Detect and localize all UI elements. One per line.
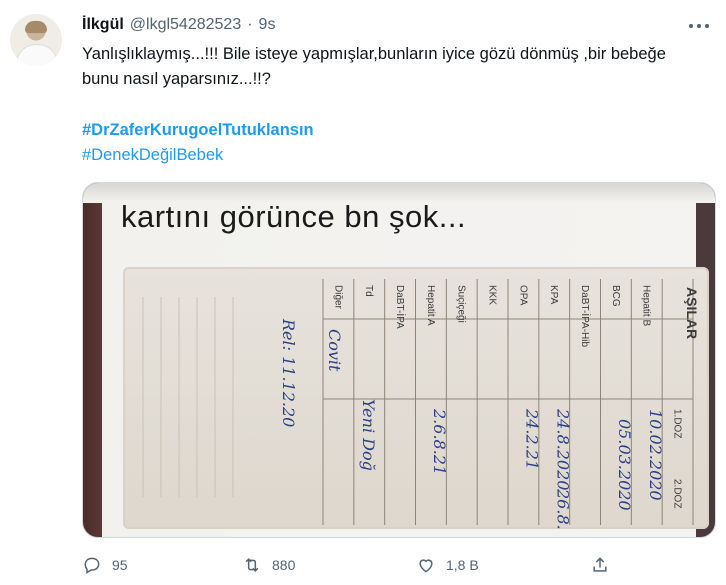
card-row-label: Diğer <box>332 285 343 310</box>
retweet-button[interactable]: 880 <box>242 552 295 578</box>
more-options-icon[interactable] <box>686 16 712 36</box>
share-button[interactable] <box>590 552 610 578</box>
card-row-label: DaBT-İPA-Hib <box>579 285 592 347</box>
handwritten-entry: Covit <box>325 329 344 372</box>
card-row-label: OPA <box>517 285 528 306</box>
author-name[interactable]: İlkgül <box>82 16 124 34</box>
tweet-time[interactable]: 9s <box>259 16 276 34</box>
card-column-label: 2.DOZ <box>672 479 683 508</box>
like-count: 1,8 B <box>446 557 479 573</box>
tweet-header: İlkgül @lkgl54282523 · 9s <box>82 14 275 36</box>
card-row-label: KPA <box>548 285 559 305</box>
separator-dot: · <box>247 16 253 33</box>
card-row-label: DaBT-İPA <box>394 285 407 329</box>
card-title: AŞILAR <box>684 287 700 339</box>
tweet-text: Yanlışlıklaymış...!!! Bile isteye yapmış… <box>82 45 666 88</box>
avatar-coat <box>16 44 58 66</box>
author-avatar[interactable] <box>10 14 62 66</box>
hashtag-link[interactable]: #DrZaferKurugoelTutuklansın <box>82 118 314 143</box>
tweet-media-image[interactable]: kartını görünce bn şok... AŞILAR Hepatit … <box>82 182 716 538</box>
hashtag-list: #DrZaferKurugoelTutuklansın #DenekDeğilB… <box>82 118 314 168</box>
retweet-count: 880 <box>272 557 296 573</box>
like-button[interactable]: 1,8 B <box>416 552 479 578</box>
handwritten-entry: 10.02.2020 <box>646 409 665 501</box>
card-row-label: KKK <box>487 285 498 305</box>
image-caption-text: kartını görünce bn şok... <box>121 199 467 234</box>
handwritten-entry: 24.8.2020 <box>553 408 572 490</box>
avatar-hair <box>25 21 47 33</box>
card-row-label: BCG <box>610 285 621 307</box>
hashtag-link[interactable]: #DenekDeğilBebek <box>82 143 314 168</box>
card-column-label: 1.DOZ <box>672 409 683 438</box>
card-row-label: Td <box>363 285 374 297</box>
card-row-label: Suçiçeği <box>456 285 467 323</box>
card-row-label: Hepatit A <box>425 285 436 326</box>
reply-button[interactable]: 95 <box>82 552 128 578</box>
share-icon <box>593 557 607 572</box>
handwritten-entry: 24.2.21 <box>523 408 542 470</box>
handwritten-entry: Yeni Doğ <box>359 399 378 471</box>
handwritten-entry: 26.8.21 <box>553 488 572 529</box>
handwritten-entry: Rel: 11.12.20 <box>279 318 298 427</box>
card-row-label: Hepatit B <box>641 285 652 326</box>
reply-count: 95 <box>112 557 128 573</box>
author-handle[interactable]: @lkgl54282523 <box>130 16 241 34</box>
handwritten-entry: 2.6.8.21 <box>430 408 449 475</box>
heart-icon <box>419 559 433 573</box>
vaccine-card-drawing: AŞILAR Hepatit B BCG DaBT-İPA-Hib KPA OPA KKK S… <box>142 279 700 529</box>
tweet-actions: 95 880 1,8 B <box>82 552 722 578</box>
reply-icon <box>84 557 100 574</box>
retweet-icon <box>245 558 259 572</box>
handwritten-entry: 05.03.2020 <box>615 419 634 511</box>
